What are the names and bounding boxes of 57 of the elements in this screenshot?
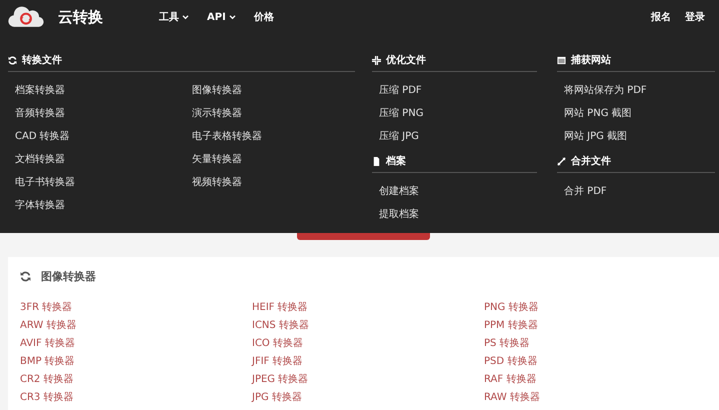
nav-link[interactable]: 价格	[254, 10, 274, 24]
card-title: 图像转换器	[41, 269, 96, 284]
converter-link[interactable]: RAW 转换器	[484, 389, 716, 407]
converter-link[interactable]: CR3 转换器	[20, 389, 252, 407]
menu-link[interactable]: 文档转换器	[15, 148, 192, 171]
converter-link[interactable]: JPG 转换器	[252, 389, 484, 407]
converter-link[interactable]: JPEG 转换器	[252, 371, 484, 389]
menu-link[interactable]: 字体转换器	[15, 194, 192, 217]
window-icon	[557, 56, 566, 64]
file-icon	[372, 156, 381, 166]
converter-link[interactable]: JFIF 转换器	[252, 353, 484, 371]
menu-link[interactable]: 网站 JPG 截图	[564, 125, 715, 148]
converter-link[interactable]: ARW 转换器	[20, 317, 252, 335]
converter-link[interactable]: PS 转换器	[484, 335, 716, 353]
converter-link[interactable]: AVIF 转换器	[20, 335, 252, 353]
section-heading: 转换文件	[22, 54, 62, 67]
converter-link[interactable]: ICNS 转换器	[252, 317, 484, 335]
menu-link[interactable]: 档案转换器	[15, 79, 192, 102]
menu-link[interactable]: 压缩 PDF	[379, 79, 537, 102]
cloud-logo-icon[interactable]	[8, 6, 44, 28]
converter-link[interactable]: CR2 转换器	[20, 371, 252, 389]
menu-link[interactable]: 提取档案	[379, 203, 537, 226]
converter-link[interactable]: RAF 转换器	[484, 371, 716, 389]
menu-link[interactable]: 矢量转换器	[192, 148, 355, 171]
section-heading: 合并文件	[571, 154, 611, 168]
refresh-icon	[8, 56, 17, 64]
menu-link[interactable]: 网站 PNG 截图	[564, 102, 715, 125]
menu-link[interactable]: 压缩 JPG	[379, 125, 537, 148]
menu-link[interactable]: 演示转换器	[192, 102, 355, 125]
menu-link[interactable]: 创建档案	[379, 180, 537, 203]
merge-icon	[557, 156, 566, 166]
nav-link[interactable]: 工具	[159, 10, 189, 24]
converter-link[interactable]: 3FR 转换器	[20, 299, 252, 317]
menu-link[interactable]: 合并 PDF	[564, 180, 715, 203]
section-heading: 捕获网站	[571, 53, 611, 67]
converter-link[interactable]: BMP 转换器	[20, 353, 252, 371]
converter-link[interactable]: PPM 转换器	[484, 317, 716, 335]
converter-link[interactable]: ICO 转换器	[252, 335, 484, 353]
menu-link[interactable]: 音频转换器	[15, 102, 192, 125]
menu-link[interactable]: 图像转换器	[192, 79, 355, 102]
site-name[interactable]: 云转换	[58, 8, 103, 26]
section-heading: 优化文件	[386, 54, 426, 67]
account-link[interactable]: 报名	[651, 10, 671, 24]
menu-link[interactable]: CAD 转换器	[15, 125, 192, 148]
converter-link[interactable]: PNG 转换器	[484, 299, 716, 317]
nav-link[interactable]: API	[207, 10, 236, 24]
section-heading: 档案	[386, 154, 406, 168]
menu-link[interactable]: 压缩 PNG	[379, 102, 537, 125]
menu-link[interactable]: 电子表格转换器	[192, 125, 355, 148]
menu-link[interactable]: 电子书转换器	[15, 171, 192, 194]
converter-link[interactable]: PSD 转换器	[484, 353, 716, 371]
converter-link[interactable]: HEIF 转换器	[252, 299, 484, 317]
menu-link[interactable]: 视频转换器	[192, 171, 355, 194]
compress-icon	[372, 56, 381, 64]
menu-link[interactable]: 将网站保存为 PDF	[564, 79, 715, 102]
account-link[interactable]: 登录	[685, 10, 705, 24]
refresh-icon	[20, 271, 31, 282]
